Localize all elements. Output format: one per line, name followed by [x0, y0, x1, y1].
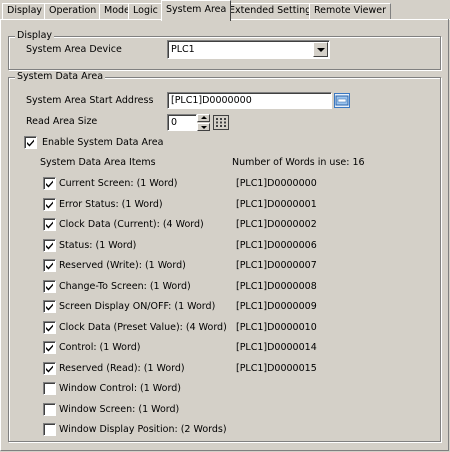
item-label: Clock Data (Current): (4 Word) — [59, 219, 204, 230]
display-group-title: Display — [15, 30, 55, 42]
item-checkbox[interactable] — [43, 382, 56, 395]
item-label: Reserved (Write): (1 Word) — [59, 260, 186, 271]
tab-remote-viewer[interactable]: Remote Viewer — [309, 3, 391, 19]
item-checkbox[interactable] — [43, 259, 56, 272]
chevron-down-icon[interactable] — [313, 42, 328, 57]
enable-system-data-area-checkbox[interactable] — [24, 136, 37, 149]
item-label: Screen Display ON/OFF: (1 Word) — [59, 301, 216, 312]
item-label: Reserved (Read): (1 Word) — [59, 363, 185, 374]
tab-system-area[interactable]: System Area — [161, 0, 232, 21]
tab-operation[interactable]: Operation — [44, 3, 102, 19]
address-input-icon[interactable] — [334, 93, 350, 108]
enable-system-data-area-label: Enable System Data Area — [42, 137, 164, 148]
item-checkbox[interactable] — [43, 341, 56, 354]
checkmark-icon — [46, 242, 53, 250]
checkmark-icon — [46, 221, 53, 229]
read-area-size-field[interactable]: 0 — [167, 114, 197, 131]
tab-display[interactable]: Display — [2, 3, 48, 19]
spin-up-icon[interactable] — [197, 114, 210, 122]
tab-strip: Display Operation Mode Logic System Area… — [0, 0, 450, 21]
item-checkbox[interactable] — [43, 300, 56, 313]
item-checkbox[interactable] — [43, 423, 56, 436]
system-data-area-title: System Data Area — [15, 71, 106, 83]
checkmark-icon — [46, 201, 53, 209]
item-address: [PLC1]D0000000 — [236, 178, 317, 189]
item-checkbox[interactable] — [43, 198, 56, 211]
checkmark-icon — [46, 365, 53, 373]
item-label: Current Screen: (1 Word) — [59, 178, 178, 189]
item-address: [PLC1]D0000015 — [236, 363, 317, 374]
item-address: [PLC1]D0000009 — [236, 301, 317, 312]
item-label: Window Screen: (1 Word) — [59, 404, 180, 415]
item-address: [PLC1]D0000002 — [236, 219, 317, 230]
system-area-device-label: System Area Device — [26, 44, 122, 55]
item-label: Clock Data (Preset Value): (4 Word) — [59, 322, 227, 333]
item-address: [PLC1]D0000010 — [236, 322, 317, 333]
checkmark-icon — [46, 262, 53, 270]
item-checkbox[interactable] — [43, 321, 56, 334]
items-header: System Data Area Items — [40, 157, 156, 168]
item-label: Control: (1 Word) — [59, 342, 141, 353]
checkmark-icon — [46, 324, 53, 332]
read-area-size-label: Read Area Size — [26, 116, 98, 127]
checkmark-icon — [46, 303, 53, 311]
tab-extended-settings[interactable]: Extended Settings — [224, 3, 322, 19]
words-in-use-label: Number of Words in use: 16 — [232, 157, 365, 168]
item-checkbox[interactable] — [43, 362, 56, 375]
tab-logic[interactable]: Logic — [128, 3, 163, 19]
start-address-label: System Area Start Address — [26, 95, 154, 106]
item-label: Change-To Screen: (1 Word) — [59, 281, 191, 292]
item-checkbox[interactable] — [43, 218, 56, 231]
item-address: [PLC1]D0000006 — [236, 240, 317, 251]
checkmark-icon — [27, 139, 34, 147]
item-label: Error Status: (1 Word) — [59, 199, 163, 210]
item-checkbox[interactable] — [43, 280, 56, 293]
start-address-field[interactable]: [PLC1]D0000000 — [167, 92, 332, 109]
item-checkbox[interactable] — [43, 239, 56, 252]
item-label: Status: (1 Word) — [59, 240, 137, 251]
checkmark-icon — [46, 283, 53, 291]
item-address: [PLC1]D0000008 — [236, 281, 317, 292]
item-checkbox[interactable] — [43, 403, 56, 416]
checkmark-icon — [46, 180, 53, 188]
item-checkbox[interactable] — [43, 177, 56, 190]
keypad-icon[interactable] — [213, 115, 229, 130]
item-address: [PLC1]D0000001 — [236, 199, 317, 210]
system-area-device-select[interactable]: PLC1 — [167, 40, 330, 59]
item-label: Window Display Position: (2 Words) — [59, 424, 227, 435]
item-address: [PLC1]D0000007 — [236, 260, 317, 271]
spin-down-icon[interactable] — [197, 123, 210, 131]
read-area-size-spinner[interactable] — [197, 114, 210, 131]
system-area-device-value: PLC1 — [171, 44, 195, 55]
item-address: [PLC1]D0000014 — [236, 342, 317, 353]
checkmark-icon — [46, 344, 53, 352]
item-label: Window Control: (1 Word) — [59, 383, 181, 394]
